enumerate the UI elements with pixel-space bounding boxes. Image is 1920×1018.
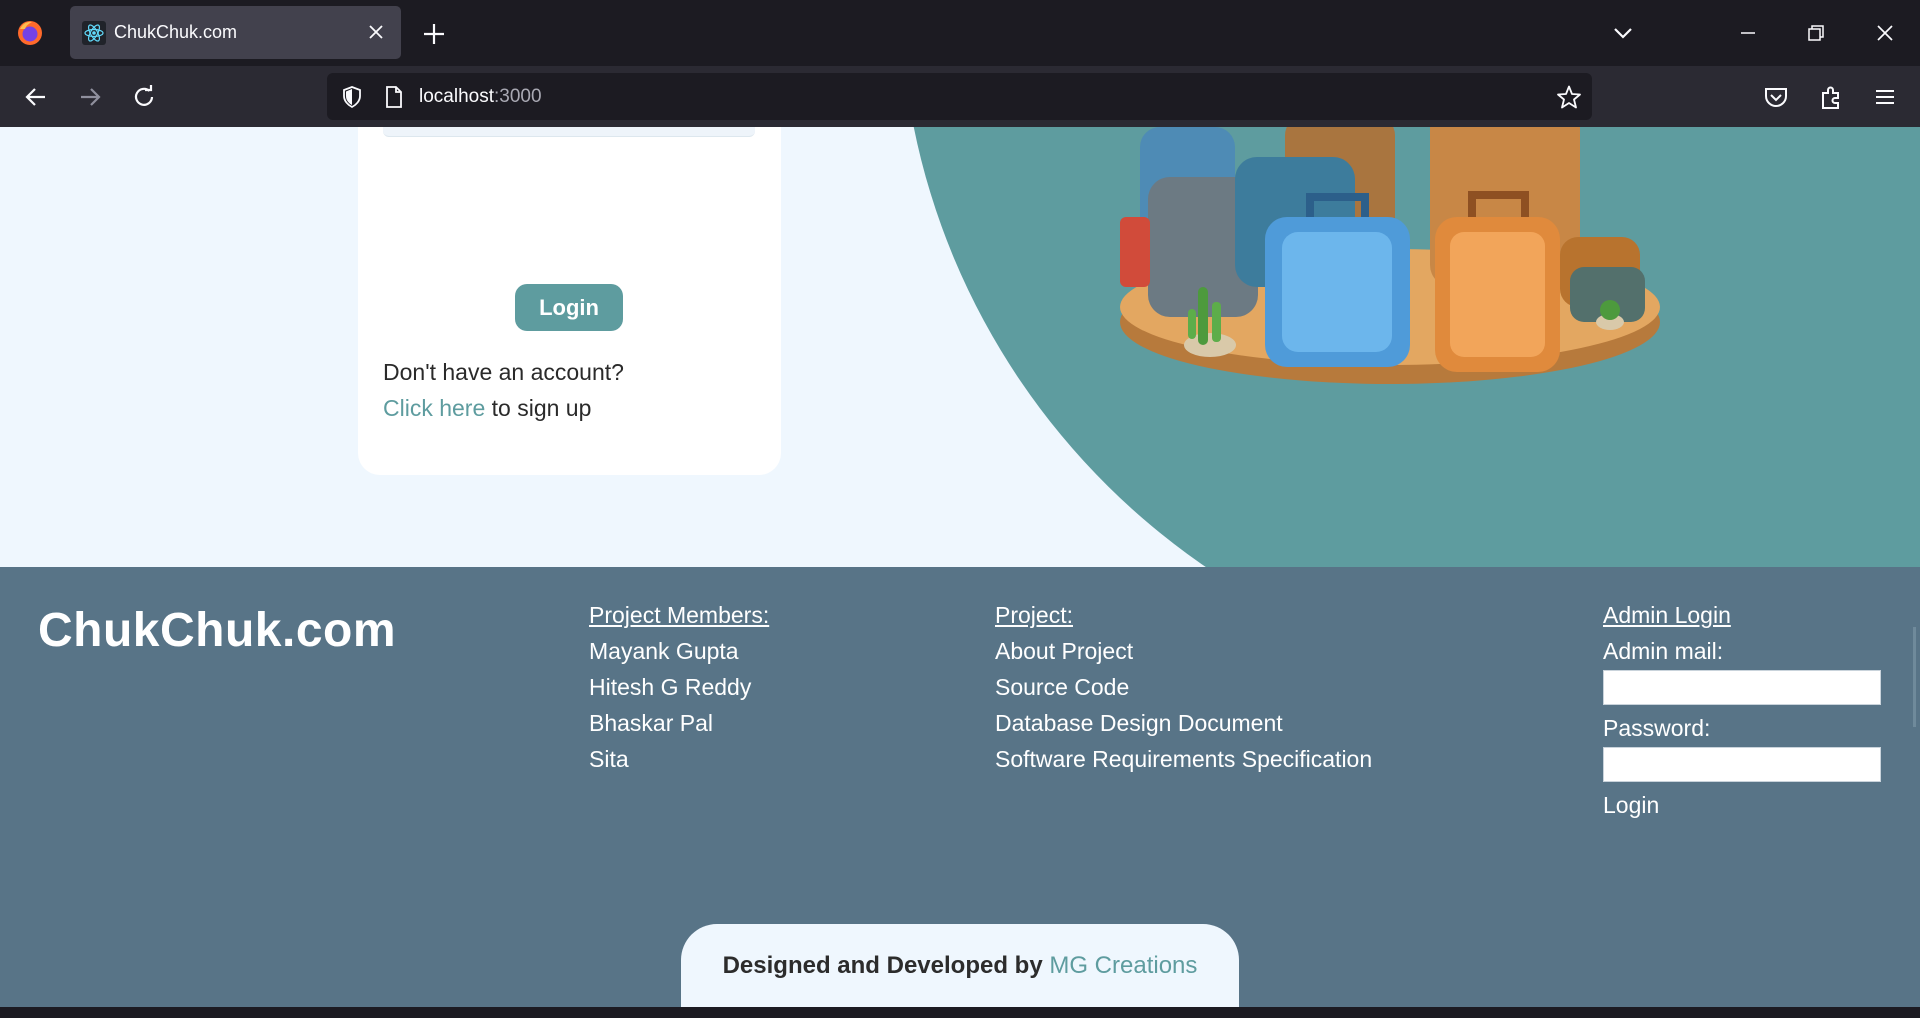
menu-icon[interactable]: [1871, 83, 1899, 111]
project-members-column: Project Members: Mayank Gupta Hitesh G R…: [589, 597, 769, 777]
credit-box: Designed and Developed by MG Creations: [681, 924, 1239, 1007]
member-item: Sita: [589, 746, 629, 772]
database-design-link[interactable]: Database Design Document: [995, 705, 1372, 741]
forward-arrow-icon[interactable]: [75, 82, 105, 112]
pocket-icon[interactable]: [1762, 83, 1790, 111]
reload-icon[interactable]: [129, 82, 159, 112]
project-column: Project: About Project Source Code Datab…: [995, 597, 1372, 777]
login-button[interactable]: Login: [515, 284, 623, 331]
admin-login-column: Admin Login Admin mail: Password: Login: [1603, 597, 1883, 823]
tab-title: ChukChuk.com: [114, 22, 238, 42]
page-icon[interactable]: [383, 85, 405, 109]
star-icon[interactable]: [1556, 84, 1582, 110]
no-account-text: Don't have an account?: [383, 359, 624, 385]
footer-brand: ChukChuk.com: [38, 604, 397, 657]
shield-icon[interactable]: [340, 85, 364, 109]
minimize-icon[interactable]: [1735, 20, 1761, 46]
signup-line: Click here to sign up: [383, 395, 591, 422]
url-port: :3000: [494, 86, 542, 107]
about-project-link[interactable]: About Project: [995, 633, 1372, 669]
member-item: Hitesh G Reddy: [589, 674, 752, 700]
admin-password-input[interactable]: [1603, 747, 1881, 782]
window-bottom-edge: [0, 1007, 1920, 1018]
member-item: Bhaskar Pal: [589, 710, 714, 736]
credit-text: Designed and Developed by MG Creations: [681, 952, 1239, 980]
signup-link[interactable]: Click here: [383, 395, 485, 421]
members-heading: Project Members:: [589, 602, 770, 628]
plus-icon[interactable]: [420, 20, 448, 48]
window-close-icon[interactable]: [1872, 20, 1898, 46]
credit-prefix: Designed and Developed by: [722, 952, 1050, 979]
srs-link[interactable]: Software Requirements Specification: [995, 741, 1372, 777]
react-favicon: [82, 21, 106, 45]
url-bar[interactable]: localhost:3000: [327, 73, 1592, 120]
luggage-illustration: [1120, 127, 1660, 384]
chevron-down-icon[interactable]: [1610, 20, 1636, 46]
firefox-logo[interactable]: [16, 19, 44, 47]
footer: ChukChuk.com Project Members: Mayank Gup…: [0, 567, 1920, 1007]
navigation-toolbar: localhost:3000: [0, 66, 1920, 127]
member-item: Mayank Gupta: [589, 638, 739, 664]
admin-login-button[interactable]: Login: [1603, 787, 1883, 823]
signup-suffix: to sign up: [485, 395, 592, 421]
admin-mail-label: Admin mail:: [1603, 638, 1724, 664]
page-viewport: Login Don't have an account? Click here …: [0, 127, 1920, 1007]
password-input-edge[interactable]: [383, 127, 755, 137]
scrollbar-thumb[interactable]: [1913, 627, 1916, 727]
browser-tab[interactable]: ChukChuk.com: [70, 6, 401, 59]
admin-login-heading[interactable]: Admin Login: [1603, 597, 1883, 633]
project-heading: Project:: [995, 602, 1073, 628]
source-code-link[interactable]: Source Code: [995, 669, 1372, 705]
url-host: localhost: [419, 86, 494, 107]
tab-bar: ChukChuk.com: [0, 0, 1920, 66]
back-arrow-icon[interactable]: [21, 82, 51, 112]
login-card: Login Don't have an account? Click here …: [358, 127, 781, 475]
close-icon[interactable]: [363, 19, 389, 45]
restore-icon[interactable]: [1803, 20, 1829, 46]
url-text[interactable]: localhost:3000: [419, 86, 542, 108]
extensions-icon[interactable]: [1817, 83, 1845, 111]
admin-password-label: Password:: [1603, 715, 1711, 741]
credit-brand-link[interactable]: MG Creations: [1049, 952, 1197, 979]
admin-mail-input[interactable]: [1603, 670, 1881, 705]
